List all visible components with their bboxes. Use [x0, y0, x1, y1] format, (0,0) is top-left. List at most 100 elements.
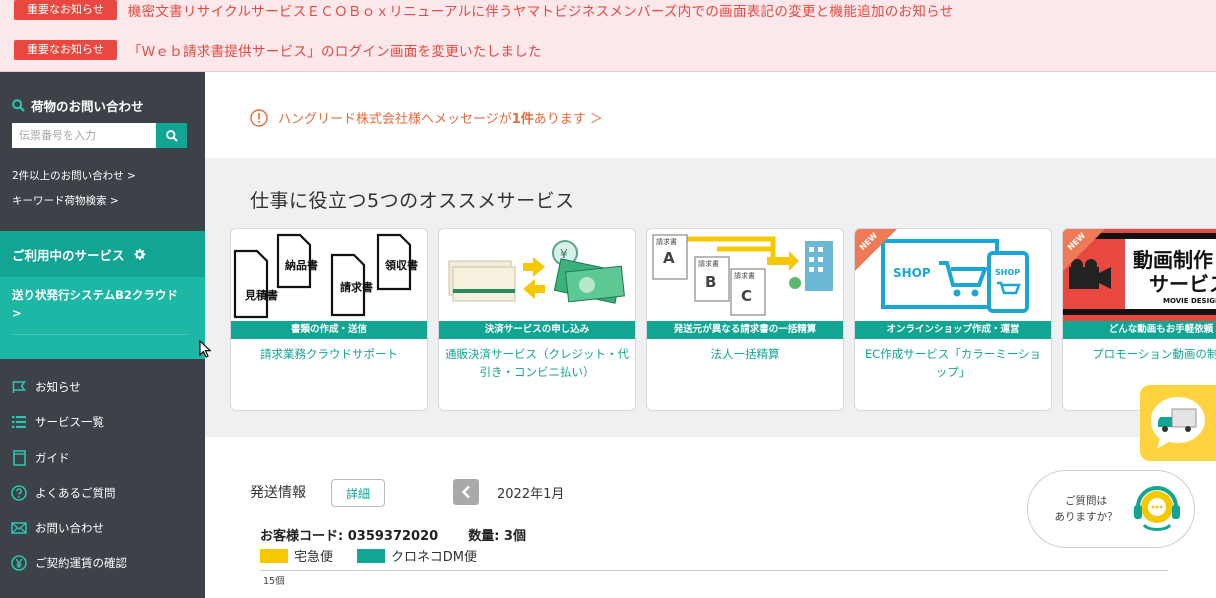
notice-row[interactable]: 重要なお知らせ 「Ｗｅｂ請求書提供サービス」のログイン画面を変更いたしました — [14, 40, 542, 60]
delivery-chat-button[interactable] — [1140, 385, 1216, 461]
menu-label: お問い合わせ — [35, 521, 104, 535]
card-category: 書類の作成・送信 — [231, 321, 427, 339]
mouse-cursor — [199, 339, 212, 362]
service-card-video[interactable]: 動画制作 サービス MOVIE DESIGN NEW どんな動画もお手軽依頼 プ… — [1062, 228, 1216, 411]
card-title: プロモーション動画の制作 — [1092, 347, 1216, 361]
important-badge: 重要なお知らせ — [14, 40, 117, 60]
shipping-title: 発送情報 — [250, 485, 306, 501]
art-label: 動画制作 — [1133, 248, 1213, 272]
legend-swatch — [357, 548, 386, 563]
notice-link[interactable]: 「Ｗｅｂ請求書提供サービス」のログイン画面を変更いたしました — [128, 40, 542, 60]
recommended-services: 仕事に役立つ5つのオススメサービス 納品書 見積書 請求書 領収書 書類の作成・… — [205, 158, 1216, 437]
flag-icon — [11, 379, 27, 395]
services-header: ご利用中のサービス — [0, 231, 205, 277]
card-category: オンラインショップ作成・運営 — [855, 321, 1051, 339]
legend-swatch — [260, 548, 288, 563]
art-label: 請求書 — [656, 237, 677, 246]
important-notices: 重要なお知らせ 機密文書リサイクルサービスＥＣＯＢｏｘリニューアルに伴うヤマトビ… — [0, 0, 1216, 72]
menu-rate-check[interactable]: ご契約運賃の確認 — [11, 555, 127, 571]
art-label: 見積書 — [244, 288, 278, 302]
message-prefix: ハングリード株式会社様へメッセージが — [278, 112, 512, 127]
chart-axis-line — [260, 570, 1168, 571]
search-icon — [165, 129, 178, 142]
art-label: 請求書 — [340, 280, 373, 294]
legend-label: 宅急便 — [294, 550, 334, 565]
menu-service-list[interactable]: サービス一覧 — [11, 414, 104, 430]
help-line: ありますか？ — [1054, 511, 1118, 523]
payment-illustration: ¥ — [439, 229, 635, 321]
truck-speech-icon — [1151, 397, 1205, 449]
gear-icon[interactable] — [133, 248, 146, 261]
card-title: 請求業務クラウドサポート — [260, 347, 398, 361]
help-chat-widget[interactable]: ご質問は ありますか？ — [1027, 470, 1195, 548]
sidebar: 荷物のお問い合わせ 2件以上のお問い合わせ > キーワード荷物検索 > ご利用中… — [0, 72, 205, 598]
current-month: 2022年1月 — [497, 487, 565, 502]
legend-item: クロネコDM便 — [357, 546, 477, 565]
chevron-left-icon — [461, 485, 470, 499]
mail-icon — [11, 520, 27, 536]
keyword-search-link[interactable]: キーワード荷物検索 > — [12, 193, 119, 208]
card-category: 決済サービスの申し込み — [439, 321, 635, 339]
previous-month-button[interactable] — [453, 479, 479, 505]
services-panel: 送り状発行システムB2クラウド > — [0, 277, 205, 359]
search-icon — [12, 99, 25, 112]
message-notice-link[interactable]: ハングリード株式会社様へメッセージが 1件 あります ＞ — [250, 108, 603, 127]
menu-label: よくあるご質問 — [35, 486, 116, 500]
quantity: 数量: 3個 — [468, 529, 526, 544]
legend-label: クロネコDM便 — [391, 550, 477, 565]
chart-legend: 宅急便 クロネコDM便 — [260, 546, 501, 565]
art-label: A — [663, 249, 675, 267]
message-count: 1件 — [511, 112, 534, 127]
menu-label: ガイド — [35, 451, 70, 465]
question-icon — [11, 485, 27, 501]
services-title: ご利用中のサービス — [12, 247, 125, 263]
art-label: 請求書 — [698, 259, 719, 268]
menu-label: ご契約運賃の確認 — [35, 556, 127, 570]
customer-code: お客様コード: 0359372020 — [260, 529, 439, 544]
art-label: 納品書 — [285, 258, 318, 272]
divider — [12, 334, 188, 335]
help-line: ご質問は — [1065, 495, 1107, 507]
art-label: SHOP — [893, 266, 931, 280]
multi-tracking-link[interactable]: 2件以上のお問い合わせ > — [12, 168, 136, 183]
important-badge: 重要なお知らせ — [14, 0, 117, 20]
card-title: 通販決済サービス（クレジット・代引き・コンビニ払い） — [445, 347, 629, 379]
menu-guide[interactable]: ガイド — [11, 450, 70, 466]
art-label: C — [741, 287, 752, 305]
info-icon — [250, 108, 268, 127]
detail-button[interactable]: 詳細 — [331, 479, 385, 507]
card-category: どんな動画もお手軽依頼 — [1063, 321, 1216, 339]
list-icon — [11, 414, 27, 430]
card-category: 発送元が異なる請求書の一括精算 — [647, 321, 843, 339]
axis-tick-label: 15個 — [263, 576, 285, 587]
menu-label: お知らせ — [35, 380, 81, 394]
service-card-bulk-settlement[interactable]: 請求書 請求書 請求書 A B C 発送元が異なる請求書の一括精算 法人一括精算 — [646, 228, 844, 411]
message-suffix: あります ＞ — [533, 112, 603, 127]
tracking-title: 荷物のお問い合わせ — [12, 96, 144, 115]
service-b2cloud-link[interactable]: 送り状発行システムB2クラウド > — [12, 286, 182, 322]
section-title: 仕事に役立つ5つのオススメサービス — [250, 190, 575, 212]
service-card-payment[interactable]: ¥ 決済サービスの申し込み 通販決済サービス（クレジット・代引き・コンビニ払い） — [438, 228, 636, 411]
documents-illustration: 納品書 見積書 請求書 領収書 — [231, 229, 427, 321]
card-title: EC作成サービス「カラーミーショップ」 — [864, 347, 1042, 379]
tracking-search-button[interactable] — [156, 123, 187, 148]
tracking-number-input[interactable] — [12, 123, 156, 148]
menu-faq[interactable]: よくあるご質問 — [11, 485, 116, 501]
menu-label: サービス一覧 — [35, 415, 104, 429]
notice-link[interactable]: 機密文書リサイクルサービスＥＣＯＢｏｘリニューアルに伴うヤマトビジネスメンバーズ… — [128, 0, 954, 20]
service-cards: 納品書 見積書 請求書 領収書 書類の作成・送信 請求業務クラウドサポート ¥ … — [230, 228, 1216, 411]
art-label: 領収書 — [384, 258, 418, 272]
notice-row[interactable]: 重要なお知らせ 機密文書リサイクルサービスＥＣＯＢｏｘリニューアルに伴うヤマトビ… — [14, 0, 953, 20]
service-card-ec-shop[interactable]: SHOP SHOP NEW オンラインショップ作成・運営 EC作成サービス「カラ… — [854, 228, 1052, 411]
art-label: サービス — [1149, 272, 1216, 296]
customer-summary: お客様コード: 0359372020 数量: 3個 — [260, 525, 526, 544]
service-card-invoice[interactable]: 納品書 見積書 請求書 領収書 書類の作成・送信 請求業務クラウドサポート — [230, 228, 428, 411]
headset-avatar-icon — [1132, 483, 1182, 539]
menu-news[interactable]: お知らせ — [11, 379, 81, 395]
legend-item: 宅急便 — [260, 546, 333, 565]
help-text: ご質問は ありますか？ — [1046, 493, 1126, 525]
art-label: 請求書 — [734, 271, 755, 280]
menu-contact[interactable]: お問い合わせ — [11, 520, 104, 536]
book-icon — [11, 450, 27, 466]
yen-icon — [11, 555, 27, 571]
